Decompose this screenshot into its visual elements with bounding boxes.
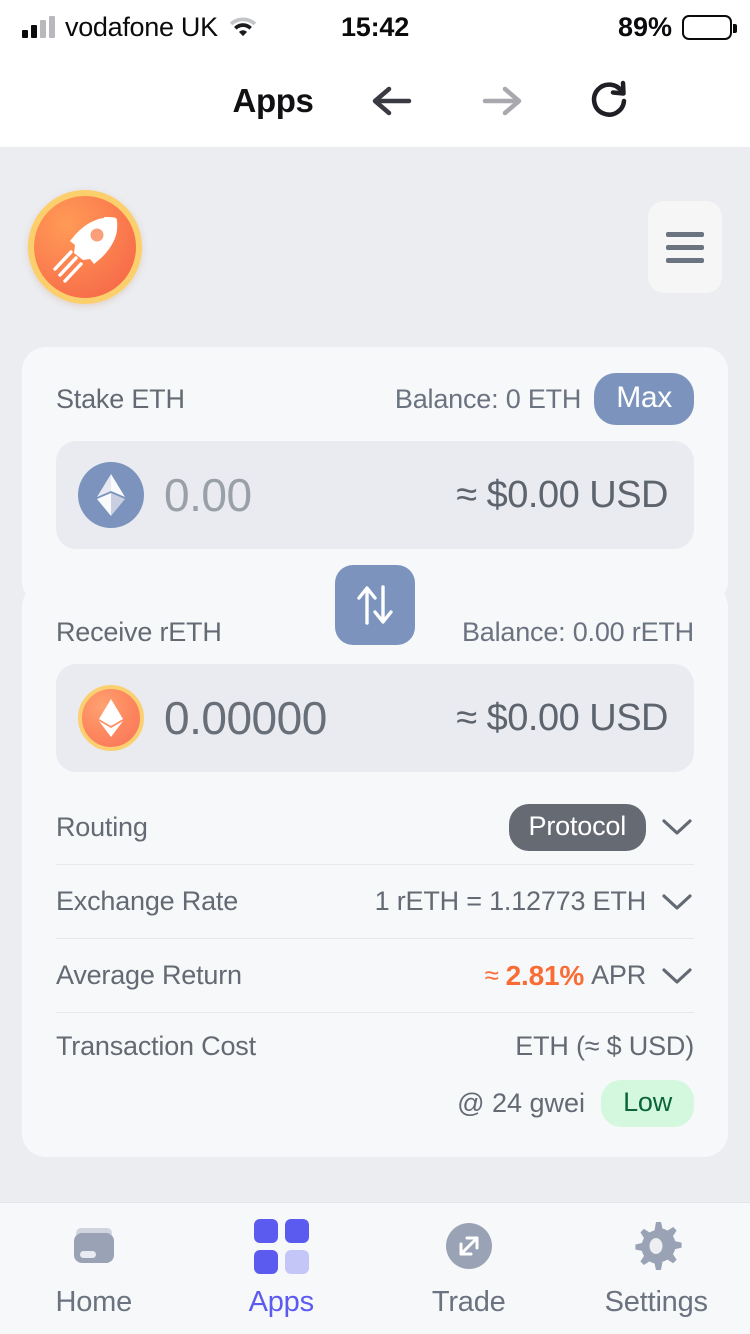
routing-label: Routing — [56, 811, 148, 842]
tab-apps[interactable]: Apps — [188, 1218, 376, 1319]
exchange-rate-value-group: 1 rETH = 1.12773 ETH — [375, 886, 694, 917]
tab-settings[interactable]: Settings — [563, 1218, 750, 1319]
average-return-value-group: ≈ 2.81% APR — [485, 960, 694, 992]
apr-unit-label: APR — [591, 960, 646, 990]
apr-value: 2.81% — [505, 959, 585, 991]
receive-balance-label: Balance: 0.00 rETH — [461, 617, 694, 647]
arrow-left-icon[interactable] — [365, 73, 421, 129]
status-bar: vodafone UK 15:42 89% — [0, 0, 750, 54]
gwei-label: @ 24 gwei — [457, 1088, 586, 1118]
grid-icon — [253, 1218, 309, 1274]
arrow-right-icon[interactable] — [473, 73, 529, 129]
chevron-down-icon[interactable] — [660, 965, 694, 987]
status-bar-right: 89% — [617, 11, 737, 43]
page-body: Stake ETH Balance: 0 ETH Max 0.00 ≈ $0.0 — [0, 147, 750, 1334]
swap-vertical-arrows-icon[interactable] — [335, 565, 415, 645]
stake-amount-field[interactable]: 0.00 ≈ $0.00 USD — [56, 441, 694, 549]
receive-card: Receive rETH Balance: 0.00 rETH 0.00000 … — [22, 583, 728, 1157]
transaction-cost-row: Transaction Cost ETH (≈ $ USD) @ 24 gwei… — [56, 1012, 694, 1127]
exchange-rate-row[interactable]: Exchange Rate 1 rETH = 1.12773 ETH — [56, 864, 694, 938]
ethereum-coin-icon — [78, 462, 144, 528]
exchange-rate-label: Exchange Rate — [56, 886, 239, 916]
average-return-row[interactable]: Average Return ≈ 2.81% APR — [56, 938, 694, 1012]
rocket-logo-icon[interactable] — [28, 190, 142, 304]
receive-usd-value: ≈ $0.00 USD — [456, 696, 668, 739]
browser-chrome-bar: Apps — [0, 54, 750, 147]
tab-label-trade: Trade — [431, 1286, 506, 1318]
detail-rows: Routing Protocol Exchange Rate 1 rETH = … — [56, 790, 694, 1127]
reth-coin-icon — [78, 685, 144, 751]
expand-arrows-icon — [442, 1218, 496, 1274]
receive-label: Receive rETH — [56, 617, 222, 647]
wallet-icon — [66, 1218, 122, 1274]
routing-protocol-pill[interactable]: Protocol — [508, 803, 646, 851]
stake-label: Stake ETH — [56, 383, 185, 414]
stake-balance-group: Balance: 0 ETH Max — [395, 373, 694, 425]
transaction-cost-line: Transaction Cost ETH (≈ $ USD) — [56, 1031, 694, 1062]
stake-balance-label: Balance: 0 ETH — [394, 383, 582, 414]
gear-icon — [629, 1218, 683, 1274]
apr-approx-symbol: ≈ — [484, 960, 499, 990]
tab-home[interactable]: Home — [0, 1218, 188, 1319]
receive-amount-field[interactable]: 0.00000 ≈ $0.00 USD — [56, 664, 694, 772]
reload-icon[interactable] — [581, 73, 637, 129]
bottom-tab-bar: Home Apps Trade Settings — [0, 1202, 750, 1334]
tab-label-apps: Apps — [248, 1286, 315, 1318]
battery-percent-label: 89% — [617, 11, 672, 42]
stake-amount-input[interactable]: 0.00 — [164, 468, 252, 522]
stake-card-header: Stake ETH Balance: 0 ETH Max — [56, 373, 694, 425]
gas-price-line: @ 24 gwei Low — [56, 1080, 694, 1127]
exchange-rate-value: 1 rETH = 1.12773 ETH — [374, 886, 647, 916]
transaction-cost-label: Transaction Cost — [56, 1031, 256, 1061]
transaction-cost-value: ETH (≈ $ USD) — [515, 1031, 694, 1061]
app-root: vodafone UK 15:42 89% Apps Stake ETH Bal… — [0, 0, 750, 1334]
page-title: Apps — [232, 81, 314, 119]
routing-row[interactable]: Routing Protocol — [56, 790, 694, 864]
stake-usd-value: ≈ $0.00 USD — [456, 473, 668, 516]
hamburger-menu-icon[interactable] — [648, 201, 722, 293]
chevron-down-icon[interactable] — [660, 891, 694, 913]
chevron-down-icon[interactable] — [660, 816, 694, 838]
routing-value-group: Protocol — [508, 803, 694, 851]
tab-label-settings: Settings — [604, 1286, 708, 1318]
max-button[interactable]: Max — [594, 373, 694, 425]
receive-amount-value[interactable]: 0.00000 — [164, 691, 327, 745]
status-badge: Low — [601, 1080, 694, 1127]
average-return-label: Average Return — [56, 960, 242, 990]
app-header — [0, 147, 750, 347]
battery-icon — [682, 14, 737, 40]
tab-trade[interactable]: Trade — [375, 1218, 563, 1319]
tab-label-home: Home — [55, 1286, 133, 1318]
